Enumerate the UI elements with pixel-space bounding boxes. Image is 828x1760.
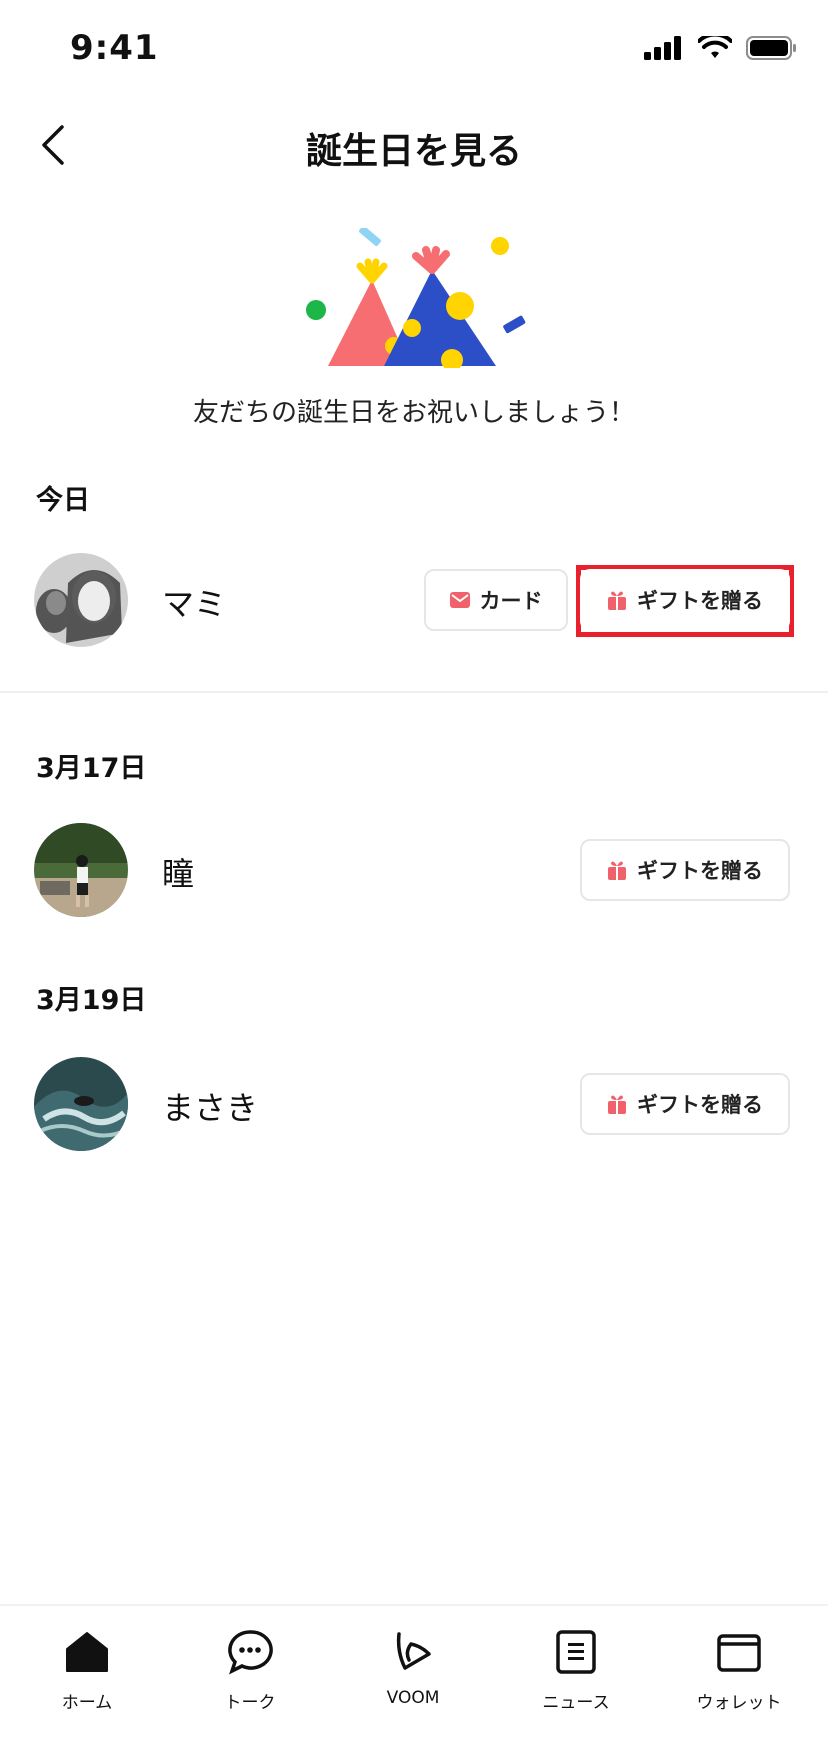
gift-button-label: ギフトを贈る [637,589,763,613]
gift-button[interactable]: ギフトを贈る [580,839,790,901]
tab-home[interactable]: ホーム [22,1626,152,1713]
card-button-label: カード [479,589,543,613]
status-icons [644,36,798,60]
tab-talk[interactable]: トーク [185,1626,315,1713]
avatar[interactable] [34,823,128,917]
gift-button[interactable]: ギフトを贈る [580,569,790,631]
avatar[interactable] [34,1057,128,1151]
signal-icon [644,36,681,60]
tab-voom[interactable]: VOOM [348,1626,478,1708]
tab-label: ニュース [542,1693,610,1713]
bottom-tab-bar: ホーム トーク VOOM ニュース ウォレット [0,1604,828,1760]
avatar[interactable] [34,553,128,647]
home-icon [66,1632,108,1672]
wallet-icon [717,1634,761,1672]
gift-button-label: ギフトを贈る [637,859,763,883]
tab-label: ウォレット [696,1693,782,1713]
section-heading-date: 3月17日 [36,753,147,784]
chat-icon [228,1630,273,1675]
card-button[interactable]: カード [424,569,568,631]
divider [0,691,828,693]
gift-button-label: ギフトを贈る [637,1093,763,1117]
nav-bar: 誕生日を見る [0,100,828,190]
gift-icon [608,861,626,880]
wifi-icon [698,36,732,58]
mail-icon [449,592,470,608]
page-title: 誕生日を見る [305,131,522,172]
hero-message: 友だちの誕生日をお祝いしましょう！ [192,398,635,428]
news-icon [556,1630,596,1674]
party-hat-icon [306,228,526,368]
section-heading-date: 3月19日 [36,985,147,1016]
friend-name: まさき [162,1089,259,1127]
friend-row[interactable]: 瞳 ギフトを贈る [0,823,828,919]
friend-row[interactable]: マミ カード ギフトを贈る [0,553,828,649]
tab-label: ホーム [61,1693,113,1713]
section-heading-today: 今日 [36,485,90,516]
gift-icon [608,591,626,610]
gift-button[interactable]: ギフトを贈る [580,1073,790,1135]
status-bar: 9:41 [0,0,828,100]
tab-wallet[interactable]: ウォレット [674,1626,804,1713]
friend-row[interactable]: まさき ギフトを贈る [0,1057,828,1153]
tab-label: VOOM [386,1688,440,1708]
status-time: 9:41 [70,28,159,68]
friend-name: マミ [162,585,227,623]
voom-icon [396,1632,431,1670]
gift-icon [608,1095,626,1114]
tab-label: トーク [224,1693,276,1713]
tab-news[interactable]: ニュース [511,1626,641,1713]
party-hats-illustration [0,228,828,378]
battery-icon [746,36,796,60]
friend-name: 瞳 [162,855,195,893]
